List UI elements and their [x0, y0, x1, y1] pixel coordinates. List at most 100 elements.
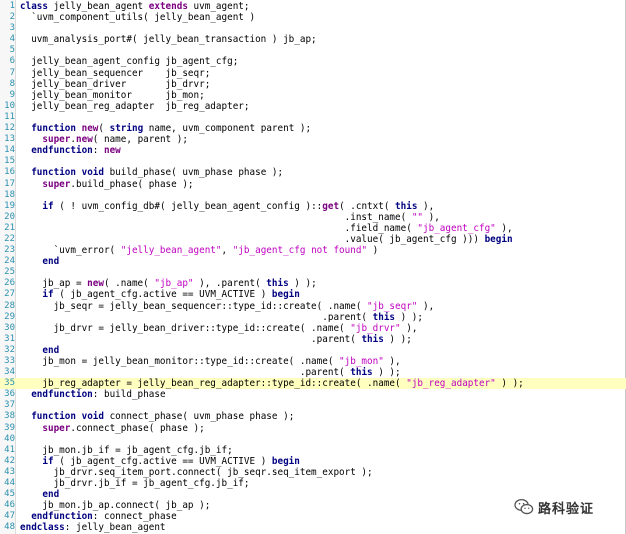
code-line[interactable]: 23 `uvm_error( "jelly_bean_agent", "jb_a…: [0, 245, 626, 256]
code-text: if ( jb_agent_cfg.active == UVM_ACTIVE )…: [20, 456, 300, 467]
code-line[interactable]: 26 jb_ap = new( .name( "jb_ap" ), .paren…: [0, 278, 626, 289]
code-text: jb_drvr.jb_if = jb_agent_cfg.jb_if;: [20, 478, 250, 489]
code-line[interactable]: 16 function void build_phase( uvm_phase …: [0, 167, 626, 178]
keyword: void: [81, 167, 104, 179]
code-text: super.new( name, parent );: [20, 134, 188, 145]
keyword: begin: [484, 233, 513, 245]
string-literal: "jb_reg_adapter": [406, 378, 496, 390]
code-token: jb_mon.jb_ap.connect( jb_ap );: [20, 500, 211, 512]
code-line[interactable]: 30 jb_drvr = jelly_bean_driver::type_id:…: [0, 323, 626, 334]
code-line[interactable]: 43 jb_drvr.seq_item_port.connect( jb_seq…: [0, 467, 626, 478]
code-editor[interactable]: 1 class jelly_bean_agent extends uvm_agen…: [0, 0, 626, 534]
line-number: 7: [9, 67, 15, 78]
code-line[interactable]: 21 .field_name( "jb_agent_cfg" ),: [0, 223, 626, 234]
line-number: 19: [4, 200, 15, 211]
code-line[interactable]: 7 jelly_bean_sequencer jb_seqr;: [0, 68, 626, 79]
code-line[interactable]: 32 end: [0, 345, 626, 356]
line-number: 21: [4, 222, 15, 233]
code-line[interactable]: 17 super.build_phase( phase );: [0, 179, 626, 190]
line-number: 24: [4, 256, 15, 267]
code-line[interactable]: 37: [0, 400, 626, 411]
code-area[interactable]: 1 class jelly_bean_agent extends uvm_agen…: [0, 1, 626, 534]
code-text: jb_drvr.seq_item_port.connect( jb_seqr.s…: [20, 467, 373, 478]
code-line[interactable]: 18: [0, 190, 626, 201]
code-line[interactable]: 5: [0, 45, 626, 56]
code-text: jb_mon.jb_if = jb_agent_cfg.jb_if;: [20, 445, 232, 456]
code-token: `uvm_component_utils( jelly_bean_agent ): [20, 12, 256, 24]
code-token: build_phase( uvm_phase phase );: [103, 167, 284, 179]
code-token: .inst_name(: [20, 211, 412, 223]
keyword: function: [31, 123, 76, 135]
keyword: string: [109, 123, 144, 135]
line-number: 33: [4, 356, 15, 366]
line-number: 3: [9, 23, 15, 34]
line-number: 13: [4, 134, 15, 145]
watermark-text: 路科验证: [538, 501, 595, 517]
code-token: ) );: [372, 367, 401, 379]
code-line[interactable]: 25: [0, 267, 626, 278]
line-number: 39: [4, 422, 15, 433]
code-line[interactable]: 19 if ( ! uvm_config_db#( jelly_bean_age…: [0, 201, 626, 212]
code-line[interactable]: 12 function new( string name, uvm_compon…: [0, 123, 626, 134]
code-line[interactable]: 24 end: [0, 256, 626, 267]
line-number: 12: [4, 123, 15, 134]
code-line[interactable]: 4 uvm_analysis_port#( jelly_bean_transac…: [0, 34, 626, 45]
code-token: : jelly_bean_agent: [64, 522, 166, 534]
code-line[interactable]: 40: [0, 434, 626, 445]
wechat-icon: [514, 498, 534, 515]
code-line[interactable]: 28 jb_seqr = jelly_bean_sequencer::type_…: [0, 301, 626, 312]
code-text: .inst_name( "" ),: [20, 212, 440, 223]
code-token: jelly_bean_sequencer jb_seqr;: [20, 67, 211, 79]
code-text: endfunction: connect_phase: [20, 511, 177, 522]
code-line[interactable]: 6 jelly_bean_agent_config jb_agent_cfg;: [0, 56, 626, 67]
code-token: jb_reg_adapter = jelly_bean_reg_adapter:…: [20, 378, 407, 390]
code-text: super.connect_phase( phase );: [20, 423, 204, 434]
code-line[interactable]: 10 jelly_bean_reg_adapter jb_reg_adapter…: [0, 101, 626, 112]
code-line[interactable]: 34 .parent( this ) );: [0, 367, 626, 378]
code-line[interactable]: 42 if ( jb_agent_cfg.active == UVM_ACTIV…: [0, 456, 626, 467]
code-line[interactable]: 11: [0, 112, 626, 123]
code-token: ( .name(: [103, 278, 155, 290]
code-line[interactable]: 15: [0, 156, 626, 167]
line-number: 36: [4, 389, 15, 400]
code-token: jelly_bean_agent: [48, 1, 149, 12]
code-line[interactable]: 2 `uvm_component_utils( jelly_bean_agent…: [0, 12, 626, 23]
code-line[interactable]: 3: [0, 23, 626, 34]
code-line[interactable]: 9 jelly_bean_monitor jb_mon;: [0, 90, 626, 101]
code-line[interactable]: 29 .parent( this ) );: [0, 312, 626, 323]
code-token: .build_phase( phase );: [70, 178, 194, 190]
code-line[interactable]: 27 if ( jb_agent_cfg.active == UVM_ACTIV…: [0, 289, 626, 300]
code-text: end: [20, 489, 59, 500]
code-line[interactable]: 14 endfunction: new: [0, 145, 626, 156]
code-line[interactable]: 20 .inst_name( "" ),: [0, 212, 626, 223]
code-text: jb_mon = jelly_bean_monitor::type_id::cr…: [20, 356, 400, 367]
code-text: jb_drvr = jelly_bean_driver::type_id::cr…: [20, 322, 418, 334]
code-line[interactable]: 13 super.new( name, parent );: [0, 134, 626, 145]
code-token: ): [367, 245, 379, 257]
line-number: 28: [4, 300, 15, 311]
code-line[interactable]: 48 endclass: jelly_bean_agent: [0, 522, 626, 533]
code-line[interactable]: 39 super.connect_phase( phase );: [0, 423, 626, 434]
code-line[interactable]: 35 jb_reg_adapter = jelly_bean_reg_adapt…: [0, 378, 626, 390]
code-line[interactable]: 1 class jelly_bean_agent extends uvm_agen…: [0, 1, 626, 12]
code-text: .parent( this ) );: [20, 367, 401, 378]
code-line[interactable]: 44 jb_drvr.jb_if = jb_agent_cfg.jb_if;: [0, 478, 626, 489]
code-line[interactable]: 8 jelly_bean_driver jb_drvr;: [0, 79, 626, 90]
code-line[interactable]: 38 function void connect_phase( uvm_phas…: [0, 411, 626, 422]
code-token: uvm_analysis_port#( jelly_bean_transacti…: [20, 34, 317, 46]
string-literal: "jelly_bean_agent": [120, 245, 222, 257]
code-token: ),: [400, 322, 418, 334]
code-token: jelly_bean_monitor jb_mon;: [20, 89, 205, 101]
code-line[interactable]: 31 .parent( this ) );: [0, 334, 626, 345]
code-line[interactable]: 22 .value( jb_agent_cfg ))) begin: [0, 234, 626, 245]
code-text: endfunction: new: [20, 145, 121, 156]
keyword: end: [42, 344, 60, 356]
code-line[interactable]: 41 jb_mon.jb_if = jb_agent_cfg.jb_if;: [0, 445, 626, 456]
code-line[interactable]: 36 endfunction: build_phase: [0, 389, 626, 400]
keyword: this: [361, 333, 384, 345]
code-line[interactable]: 33 jb_mon = jelly_bean_monitor::type_id:…: [0, 356, 626, 367]
keyword: end: [42, 489, 60, 501]
line-number: 41: [4, 444, 15, 455]
